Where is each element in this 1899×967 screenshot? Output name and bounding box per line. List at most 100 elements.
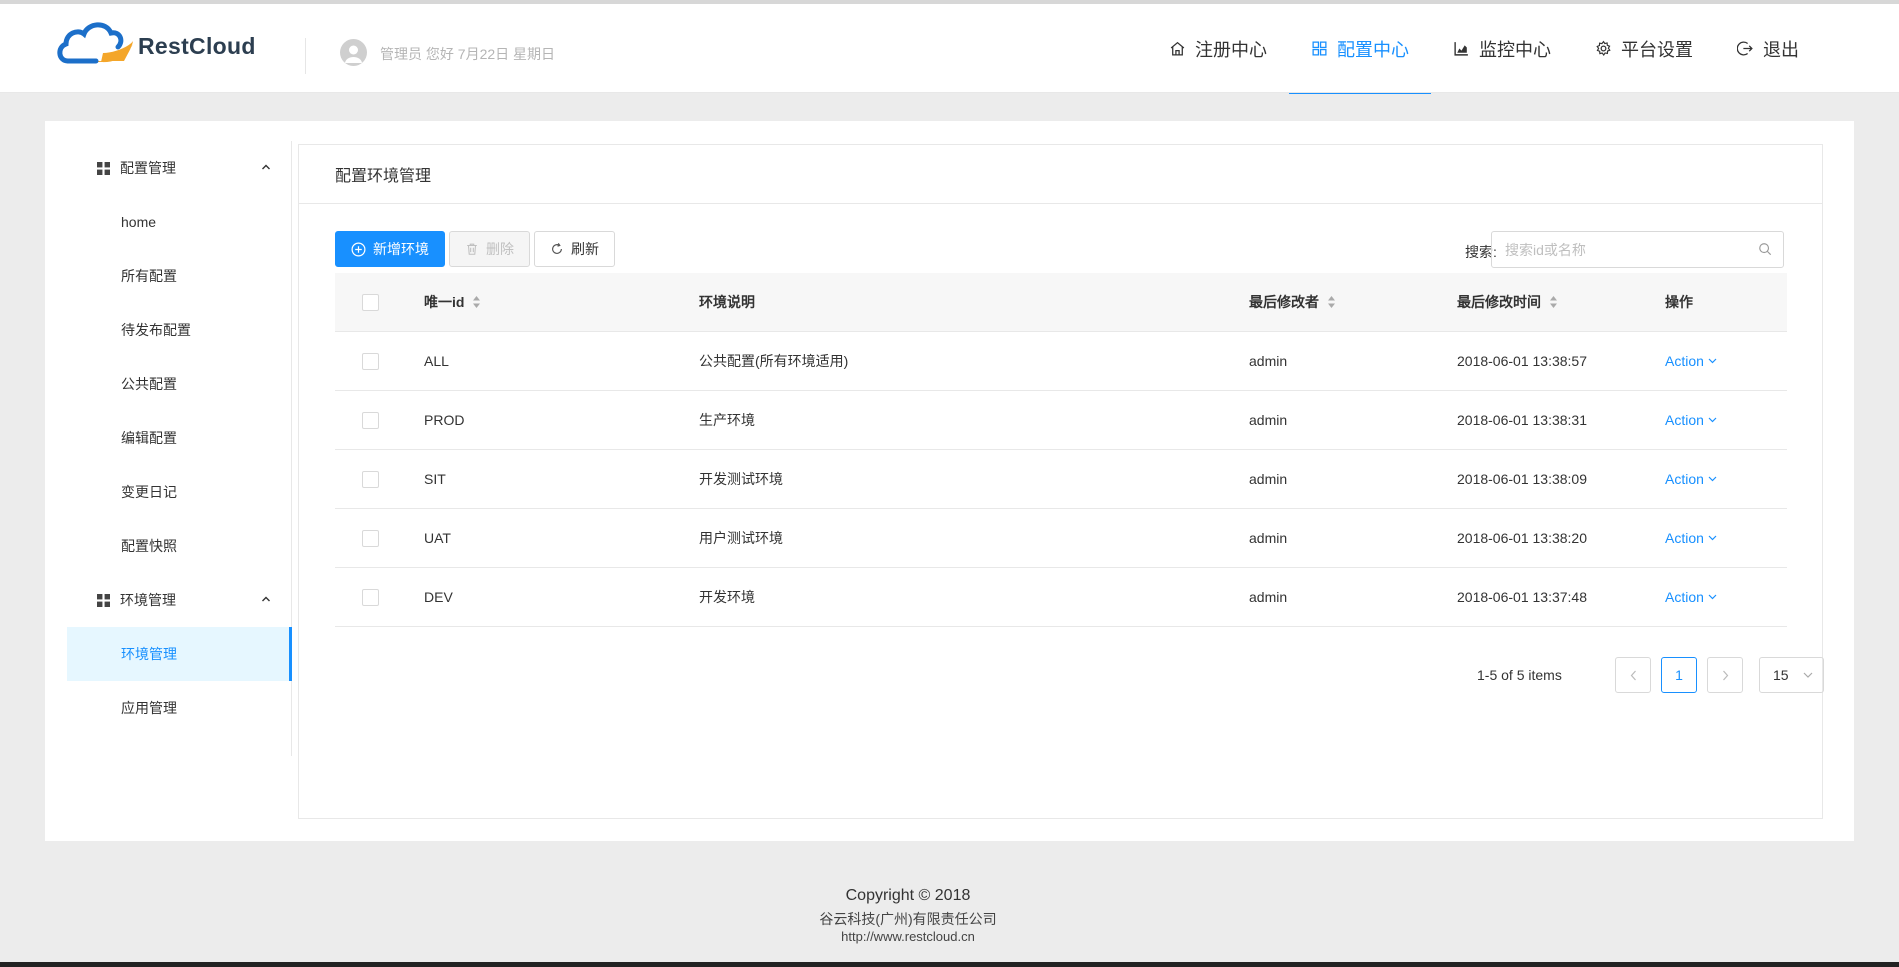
page-title: 配置环境管理 xyxy=(299,145,1822,204)
column-header-modifier[interactable]: 最后修改者 xyxy=(1249,273,1336,331)
sidebar-group-label: 环境管理 xyxy=(120,592,176,608)
pagination-page-button[interactable]: 1 xyxy=(1661,657,1697,693)
refresh-icon xyxy=(552,242,562,254)
refresh-label: 刷新 xyxy=(571,241,599,257)
search-input[interactable] xyxy=(1492,232,1783,267)
sidebar-group-env[interactable]: 环境管理 xyxy=(67,573,291,627)
cell-modifier: admin xyxy=(1249,353,1288,369)
nav-item-config[interactable]: 配置中心 xyxy=(1289,4,1431,94)
chevron-down-icon xyxy=(1708,594,1717,600)
sidebar-item-all-config[interactable]: 所有配置 xyxy=(67,249,291,303)
nav-item-monitor[interactable]: 监控中心 xyxy=(1431,4,1573,93)
chevron-down-icon xyxy=(1708,358,1717,364)
table-row: DEV 开发环境 admin 2018-06-01 13:37:48 Actio… xyxy=(335,568,1787,627)
chevron-down-icon xyxy=(1803,672,1813,678)
sidebar-item-env-management[interactable]: 环境管理 xyxy=(67,627,292,681)
env-table: 唯一id 环境说明 最后修改者 最后修改时间 操作 ALL 公共配置(所有环境适… xyxy=(335,273,1787,627)
logout-icon xyxy=(1737,41,1753,56)
sidebar-item-edit-config[interactable]: 编辑配置 xyxy=(67,411,291,465)
nav-item-registry[interactable]: 注册中心 xyxy=(1147,4,1289,93)
select-all-checkbox[interactable] xyxy=(362,293,379,311)
row-action-dropdown[interactable]: Action xyxy=(1665,509,1717,567)
sidebar-item-change-log[interactable]: 变更日记 xyxy=(67,465,291,519)
row-checkbox[interactable] xyxy=(362,352,379,370)
delete-button[interactable]: 删除 xyxy=(449,231,530,267)
restcloud-logo-icon[interactable] xyxy=(56,17,136,69)
sidebar-item-pending-config[interactable]: 待发布配置 xyxy=(67,303,291,357)
action-label: Action xyxy=(1665,530,1704,546)
sidebar-item-config-snapshot[interactable]: 配置快照 xyxy=(67,519,291,573)
sidebar: 配置管理 home 所有配置 待发布配置 公共配置 编辑配置 变更日记 配置快照… xyxy=(67,141,292,756)
sidebar-item-public-config[interactable]: 公共配置 xyxy=(67,357,291,411)
column-header-label: 环境说明 xyxy=(699,294,755,310)
nav-item-label: 配置中心 xyxy=(1337,39,1409,60)
sidebar-group-config[interactable]: 配置管理 xyxy=(67,141,291,195)
row-action-dropdown[interactable]: Action xyxy=(1665,332,1717,390)
chevron-left-icon xyxy=(1630,670,1636,680)
row-action-dropdown[interactable]: Action xyxy=(1665,450,1717,508)
table-row: ALL 公共配置(所有环境适用) admin 2018-06-01 13:38:… xyxy=(335,332,1787,391)
footer-url[interactable]: http://www.restcloud.cn xyxy=(0,929,1816,944)
top-header: RestCloud 管理员 您好 7月22日 星期日 注册中心 配置中心 监控中… xyxy=(0,4,1899,94)
cell-id: SIT xyxy=(424,471,446,487)
row-checkbox[interactable] xyxy=(362,588,379,606)
chevron-right-icon xyxy=(1722,670,1728,680)
sort-icon[interactable] xyxy=(1327,295,1336,309)
header-divider xyxy=(305,38,306,74)
column-header-action: 操作 xyxy=(1665,273,1693,331)
top-nav: 注册中心 配置中心 监控中心 平台设置 退出 xyxy=(1147,4,1821,94)
action-label: Action xyxy=(1665,412,1704,428)
delete-label: 删除 xyxy=(486,241,514,257)
grid-icon xyxy=(97,593,110,607)
pagination-prev-button[interactable] xyxy=(1615,657,1651,693)
row-checkbox[interactable] xyxy=(362,470,379,488)
row-checkbox[interactable] xyxy=(362,411,379,429)
add-env-label: 新增环境 xyxy=(373,241,429,257)
sidebar-item-label: 待发布配置 xyxy=(121,322,191,338)
row-action-dropdown[interactable]: Action xyxy=(1665,391,1717,449)
row-action-dropdown[interactable]: Action xyxy=(1665,568,1717,626)
cell-id: ALL xyxy=(424,353,449,369)
cell-modifier: admin xyxy=(1249,471,1288,487)
refresh-button[interactable]: 刷新 xyxy=(534,231,615,267)
cell-modifier: admin xyxy=(1249,530,1288,546)
page-size-select[interactable]: 15 xyxy=(1759,657,1824,693)
sidebar-item-label: 配置快照 xyxy=(121,538,177,554)
table-header: 唯一id 环境说明 最后修改者 最后修改时间 操作 xyxy=(335,273,1787,332)
sort-icon[interactable] xyxy=(1549,295,1558,309)
action-label: Action xyxy=(1665,353,1704,369)
cell-time: 2018-06-01 13:38:31 xyxy=(1457,412,1587,428)
search-icon[interactable] xyxy=(1758,242,1772,256)
sidebar-group-label: 配置管理 xyxy=(120,160,176,176)
sidebar-item-home[interactable]: home xyxy=(67,195,291,249)
action-label: Action xyxy=(1665,589,1704,605)
pagination-next-button[interactable] xyxy=(1707,657,1743,693)
home-icon xyxy=(1170,41,1185,56)
cell-desc: 公共配置(所有环境适用) xyxy=(699,353,849,369)
chevron-up-icon xyxy=(262,164,270,170)
avatar[interactable] xyxy=(340,39,367,66)
sidebar-item-label: 公共配置 xyxy=(121,376,177,392)
column-header-id[interactable]: 唯一id xyxy=(424,273,481,331)
nav-item-label: 监控中心 xyxy=(1479,39,1551,60)
nav-item-logout[interactable]: 退出 xyxy=(1715,4,1821,93)
row-checkbox[interactable] xyxy=(362,529,379,547)
sort-icon[interactable] xyxy=(472,295,481,309)
column-header-label: 唯一id xyxy=(424,294,465,310)
sidebar-item-label: 变更日记 xyxy=(121,484,177,500)
sidebar-item-app-management[interactable]: 应用管理 xyxy=(67,681,291,735)
search-box xyxy=(1491,231,1784,268)
chevron-down-icon xyxy=(1708,476,1717,482)
column-header-time[interactable]: 最后修改时间 xyxy=(1457,273,1558,331)
table-row: UAT 用户测试环境 admin 2018-06-01 13:38:20 Act… xyxy=(335,509,1787,568)
grid-icon xyxy=(97,161,110,175)
sidebar-item-label: 环境管理 xyxy=(121,646,177,662)
cell-time: 2018-06-01 13:38:09 xyxy=(1457,471,1587,487)
chevron-up-icon xyxy=(262,596,270,602)
chart-icon xyxy=(1454,42,1468,56)
plus-circle-icon xyxy=(351,242,366,256)
trash-icon xyxy=(467,243,477,255)
cell-modifier: admin xyxy=(1249,589,1288,605)
add-env-button[interactable]: 新增环境 xyxy=(335,231,445,267)
nav-item-settings[interactable]: 平台设置 xyxy=(1573,4,1715,93)
